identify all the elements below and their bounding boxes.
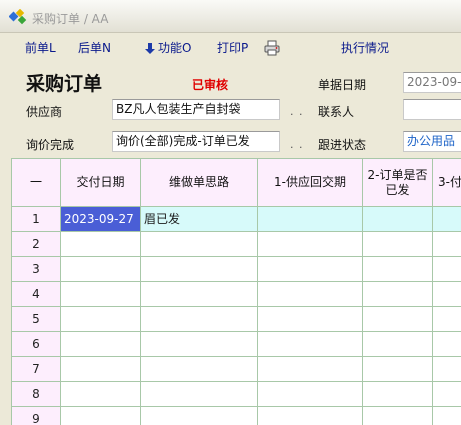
- grid-header-delivery-date[interactable]: 交付日期: [61, 159, 141, 207]
- row-number: 6: [12, 332, 61, 357]
- table-row[interactable]: 7: [12, 357, 461, 382]
- row-number: 2: [12, 232, 61, 257]
- cell-supplier-reply[interactable]: [258, 207, 363, 232]
- cell-payment[interactable]: [433, 207, 461, 232]
- grid-header-supplier-reply[interactable]: 1-供应回交期: [258, 159, 363, 207]
- cell-order-sent[interactable]: [363, 232, 433, 257]
- print-button[interactable]: 打印P: [217, 40, 248, 56]
- cell-payment[interactable]: [433, 382, 461, 407]
- cell-approach[interactable]: [141, 282, 258, 307]
- next-button[interactable]: 后单N: [78, 40, 111, 56]
- row-number: 3: [12, 257, 61, 282]
- cell-approach[interactable]: [141, 232, 258, 257]
- cell-order-sent[interactable]: [363, 257, 433, 282]
- supplier-field[interactable]: BZ凡人包装生产自封袋: [112, 99, 280, 120]
- cell-supplier-reply[interactable]: [258, 382, 363, 407]
- cell-supplier-reply[interactable]: [258, 332, 363, 357]
- grid-header-order-sent[interactable]: 2-订单是否已发: [363, 159, 433, 207]
- table-row[interactable]: 5: [12, 307, 461, 332]
- cell-supplier-reply[interactable]: [258, 232, 363, 257]
- toolbar: 前单L 后单N 功能O 打印P 执行情况: [0, 33, 461, 63]
- table-row[interactable]: 3: [12, 257, 461, 282]
- app-logo-icon: [9, 9, 27, 25]
- cell-payment[interactable]: [433, 257, 461, 282]
- cell-payment[interactable]: [433, 407, 461, 425]
- grid-header-payment[interactable]: 3-付: [433, 159, 461, 207]
- prev-button[interactable]: 前单L: [25, 40, 56, 56]
- table-row[interactable]: 2: [12, 232, 461, 257]
- cell-payment[interactable]: [433, 357, 461, 382]
- cell-supplier-reply[interactable]: [258, 357, 363, 382]
- cell-order-sent[interactable]: [363, 307, 433, 332]
- cell-order-sent[interactable]: [363, 282, 433, 307]
- cell-approach[interactable]: [141, 332, 258, 357]
- follow-status-label: 跟进状态: [318, 138, 367, 152]
- function-button[interactable]: 功能O: [144, 40, 191, 56]
- cell-order-sent[interactable]: [363, 207, 433, 232]
- window-title: 采购订单 / AA: [32, 12, 109, 26]
- cell-delivery-date[interactable]: [61, 357, 141, 382]
- inquiry-lookup-button[interactable]: . .: [290, 138, 304, 151]
- cell-order-sent[interactable]: [363, 357, 433, 382]
- cell-supplier-reply[interactable]: [258, 282, 363, 307]
- cell-supplier-reply[interactable]: [258, 257, 363, 282]
- follow-status-field[interactable]: 办公用品: [403, 131, 461, 152]
- doc-date-label: 单据日期: [318, 78, 367, 92]
- cell-approach[interactable]: [141, 357, 258, 382]
- cell-delivery-date[interactable]: [61, 282, 141, 307]
- cell-payment[interactable]: [433, 232, 461, 257]
- row-number: 7: [12, 357, 61, 382]
- cell-order-sent[interactable]: [363, 407, 433, 425]
- table-row[interactable]: 1 2023-09-27 眉已发: [12, 207, 461, 232]
- inquiry-field[interactable]: 询价(全部)完成-订单已发: [112, 131, 280, 152]
- table-row[interactable]: 6: [12, 332, 461, 357]
- row-number: 8: [12, 382, 61, 407]
- cell-order-sent[interactable]: [363, 332, 433, 357]
- order-lines-grid: 一 交付日期 维做单思路 1-供应回交期 2-订单是否已发 3-付 1 2023-…: [11, 158, 461, 425]
- supplier-lookup-button[interactable]: . .: [290, 105, 304, 118]
- cell-payment[interactable]: [433, 307, 461, 332]
- grid-header-approach[interactable]: 维做单思路: [141, 159, 258, 207]
- grid-header-index[interactable]: 一: [12, 159, 61, 207]
- row-number: 9: [12, 407, 61, 425]
- cell-order-sent[interactable]: [363, 382, 433, 407]
- cell-delivery-date[interactable]: [61, 307, 141, 332]
- contact-field[interactable]: [403, 99, 461, 120]
- function-label: 功能O: [158, 41, 192, 55]
- doc-date-field[interactable]: 2023-09-26: [403, 72, 461, 93]
- cell-delivery-date[interactable]: [61, 332, 141, 357]
- cell-delivery-date[interactable]: [61, 257, 141, 282]
- row-number: 1: [12, 207, 61, 232]
- contact-label: 联系人: [318, 105, 355, 119]
- table-row[interactable]: 4: [12, 282, 461, 307]
- cell-delivery-date[interactable]: 2023-09-27: [61, 207, 141, 232]
- status-badge: 已审核: [192, 78, 229, 92]
- cell-approach[interactable]: 眉已发: [141, 207, 258, 232]
- cell-supplier-reply[interactable]: [258, 307, 363, 332]
- page-title: 采购订单: [26, 73, 103, 95]
- arrow-down-icon: [145, 42, 155, 54]
- cell-payment[interactable]: [433, 332, 461, 357]
- cell-supplier-reply[interactable]: [258, 407, 363, 425]
- cell-delivery-date[interactable]: [61, 382, 141, 407]
- order-header-form: 采购订单 已审核 单据日期 2023-09-26 供应商 BZ凡人包装生产自封袋…: [0, 63, 461, 157]
- cell-delivery-date[interactable]: [61, 407, 141, 425]
- table-row[interactable]: 9: [12, 407, 461, 425]
- supplier-label: 供应商: [26, 105, 63, 119]
- cell-approach[interactable]: [141, 382, 258, 407]
- cell-approach[interactable]: [141, 257, 258, 282]
- left-margin: [0, 158, 11, 425]
- row-number: 5: [12, 307, 61, 332]
- cell-payment[interactable]: [433, 282, 461, 307]
- cell-approach[interactable]: [141, 307, 258, 332]
- cell-approach[interactable]: [141, 407, 258, 425]
- execution-status-button[interactable]: 执行情况: [341, 40, 389, 56]
- inquiry-label: 询价完成: [26, 138, 75, 152]
- table-row[interactable]: 8: [12, 382, 461, 407]
- row-number: 4: [12, 282, 61, 307]
- printer-icon[interactable]: [264, 40, 280, 56]
- cell-delivery-date[interactable]: [61, 232, 141, 257]
- title-bar: 采购订单 / AA: [0, 0, 461, 33]
